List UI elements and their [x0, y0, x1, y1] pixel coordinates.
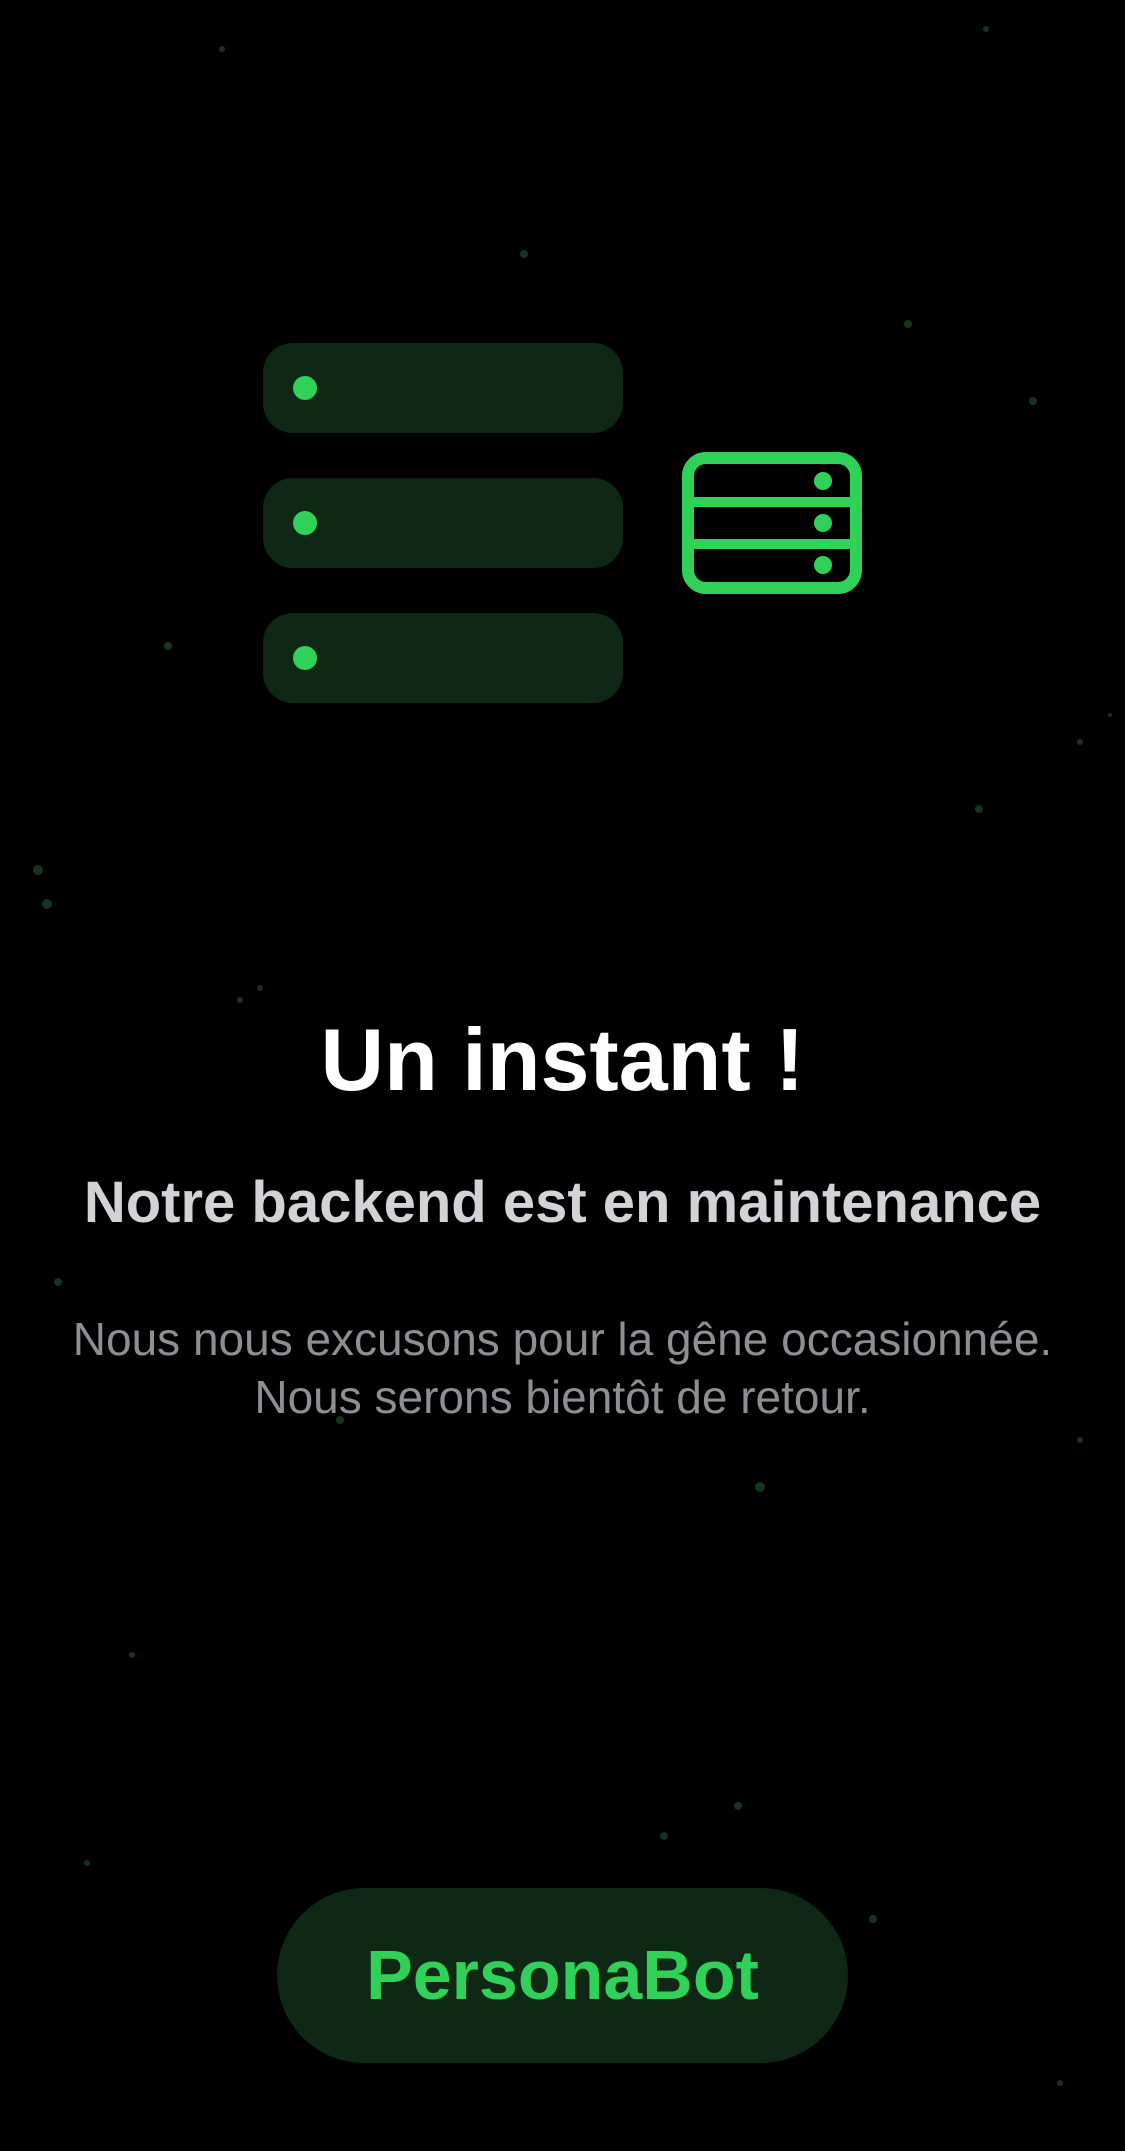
page-title: Un instant ! — [320, 1010, 805, 1109]
status-led — [293, 511, 317, 535]
status-led — [293, 376, 317, 400]
star — [84, 1860, 90, 1866]
star — [164, 642, 172, 650]
star — [219, 46, 225, 52]
star — [1077, 1437, 1083, 1443]
server-rack-icon — [682, 452, 862, 594]
star — [237, 997, 243, 1003]
star — [257, 985, 263, 991]
star — [904, 320, 912, 328]
star — [1077, 739, 1083, 745]
star — [755, 1482, 765, 1492]
star — [660, 1832, 668, 1840]
star — [869, 1915, 877, 1923]
star — [54, 1278, 62, 1286]
server-rows-illustration — [263, 343, 623, 748]
star — [42, 899, 52, 909]
maintenance-subtitle: Notre backend est en maintenance — [83, 1170, 1042, 1235]
star — [1057, 2080, 1063, 2086]
star — [1029, 397, 1037, 405]
server-row — [263, 478, 623, 568]
personabot-button[interactable]: PersonaBot — [277, 1888, 848, 2063]
star — [734, 1802, 742, 1810]
star — [975, 805, 983, 813]
server-row — [263, 343, 623, 433]
star — [520, 250, 528, 258]
apology-message: Nous nous excusons pour la gêne occasion… — [0, 1310, 1125, 1426]
return-line: Nous serons bientôt de retour. — [254, 1371, 871, 1423]
apology-line: Nous nous excusons pour la gêne occasion… — [72, 1313, 1053, 1365]
star — [1108, 713, 1112, 717]
star — [33, 865, 43, 875]
status-led — [293, 646, 317, 670]
star — [129, 1652, 135, 1658]
star — [983, 26, 989, 32]
server-row — [263, 613, 623, 703]
